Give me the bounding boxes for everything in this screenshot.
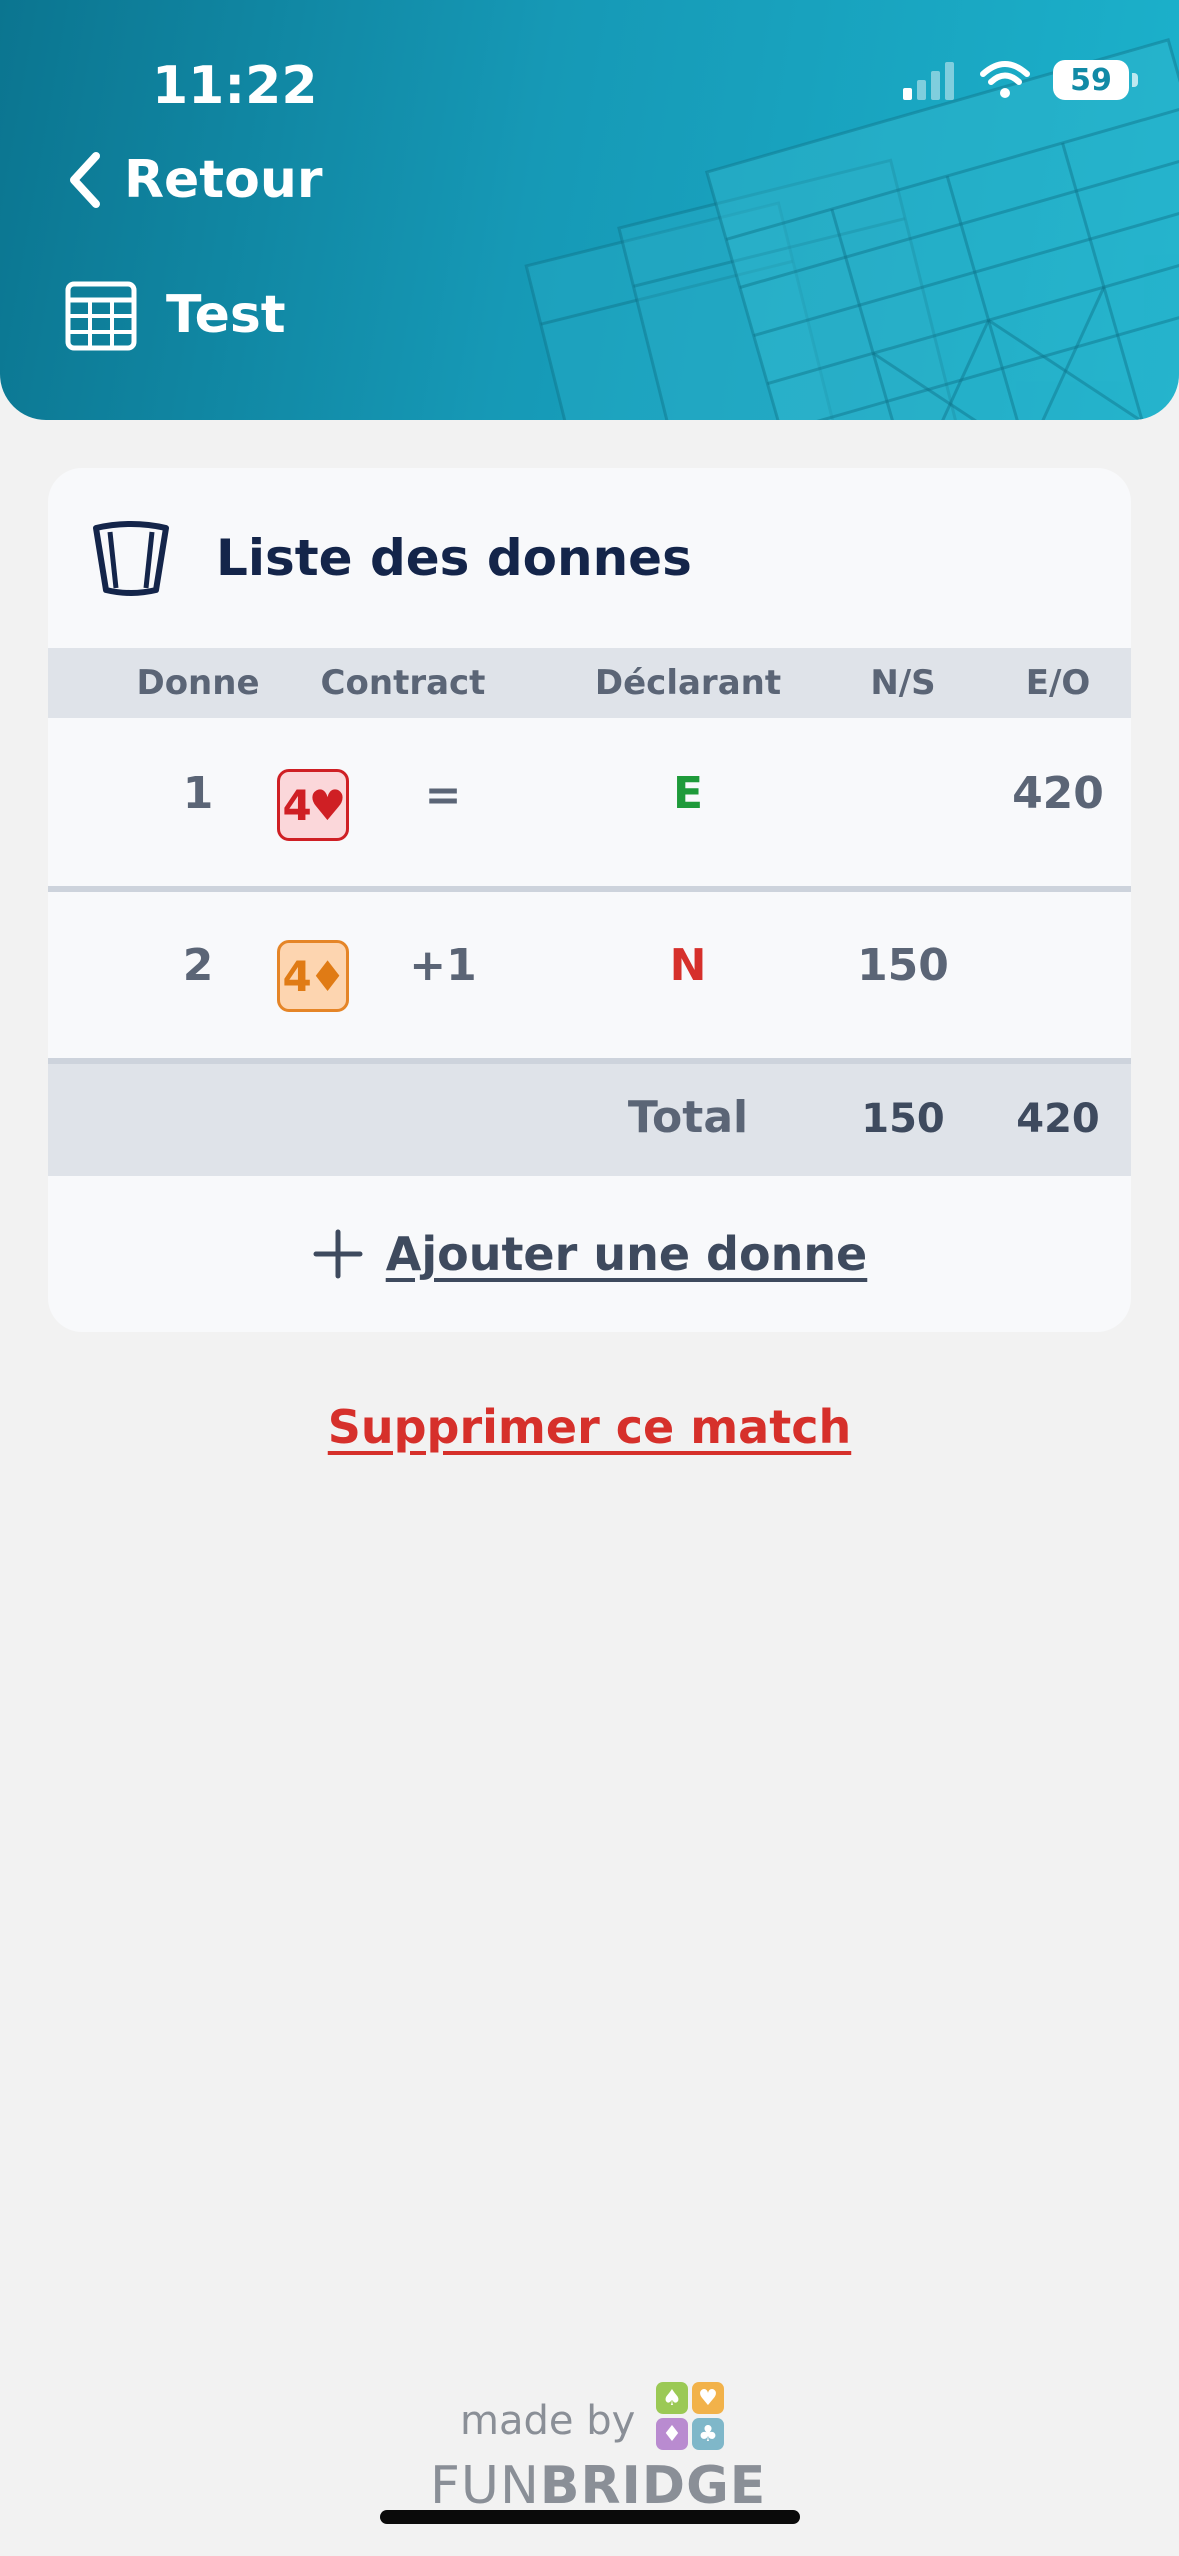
column-header-declarant: Déclarant [594,663,782,703]
deals-card: Liste des donnes Donne Contract Déclaran… [48,468,1131,1332]
table-row[interactable]: 1 4 ♥ = E 420 [48,718,1131,892]
brand-light: FUN [430,2456,540,2516]
chevron-left-icon [70,152,100,208]
app-screen: 11:22 59 Retour Test Liste des donnes Do… [0,0,1179,2556]
column-header-eo: E/O [1025,663,1091,703]
score-ns: 150 [857,940,949,991]
card-title: Liste des donnes [216,529,692,587]
declarant: E [672,768,704,819]
total-row: Total 150 420 [48,1064,1131,1176]
total-label: Total [627,1092,749,1143]
brand-wordmark: FUNBRIDGE [430,2456,766,2516]
add-deal-button[interactable]: Ajouter une donne [48,1176,1131,1332]
made-by-label: made by [460,2398,636,2444]
heart-suit-icon: ♥ [308,780,347,830]
contract-level: 4 [282,951,312,1001]
header-banner: 11:22 59 Retour Test [0,0,1179,420]
page-title-row: Test [64,278,286,352]
plus-icon [313,1229,363,1279]
column-header-ns: N/S [870,663,936,703]
declarant: N [669,940,707,991]
cards-icon [93,521,169,596]
total-ns: 150 [861,1096,945,1142]
battery-indicator: 59 [1053,60,1138,100]
delete-match-link[interactable]: Supprimer ce match [0,1400,1179,1454]
column-header-contract: Contract [320,663,486,703]
contract-badge: 4 ♥ [277,769,349,841]
heart-logo-icon: ♥ [692,2382,724,2414]
status-time: 11:22 [152,56,318,116]
back-button[interactable]: Retour [66,150,323,210]
signal-icon [903,62,954,100]
contract-badge: 4 ♦ [277,940,349,1012]
footer-branding: made by ♠ ♥ ♦ ♣ FUNBRIDGE [0,2370,1179,2520]
brand-bold: BRIDGE [539,2456,767,2516]
club-logo-icon: ♣ [692,2418,724,2450]
wifi-icon [980,61,1030,98]
card-header: Liste des donnes [88,520,692,596]
diamond-suit-icon: ♦ [308,951,347,1001]
contract-result: = [424,770,462,821]
score-eo: 420 [1012,768,1104,819]
page-title: Test [166,285,286,345]
spade-logo-icon: ♠ [656,2382,688,2414]
funbridge-logo-icon: ♠ ♥ ♦ ♣ [656,2382,724,2450]
status-icons: 59 [901,60,1138,100]
calendar-grid-icon [65,281,137,351]
total-eo: 420 [1016,1096,1100,1142]
contract-level: 4 [282,780,312,830]
table-row[interactable]: 2 4 ♦ +1 N 150 [48,892,1131,1064]
add-deal-label: Ajouter une donne [385,1227,868,1281]
table-header: Donne Contract Déclarant N/S E/O [48,648,1131,718]
diamond-logo-icon: ♦ [656,2418,688,2450]
contract-result: +1 [409,940,477,991]
back-label: Retour [124,150,323,210]
home-indicator [380,2510,800,2524]
